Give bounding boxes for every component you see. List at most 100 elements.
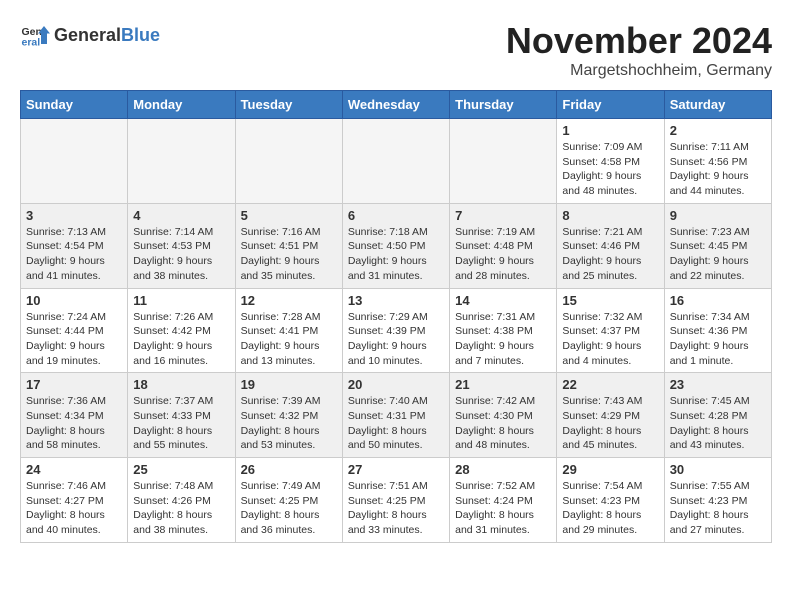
day-number: 20 [348, 377, 444, 392]
day-info: Sunrise: 7:46 AM Sunset: 4:27 PM Dayligh… [26, 479, 122, 538]
day-info: Sunrise: 7:09 AM Sunset: 4:58 PM Dayligh… [562, 140, 658, 199]
day-cell: 22 Sunrise: 7:43 AM Sunset: 4:29 PM Dayli… [557, 373, 664, 458]
day-cell: 19 Sunrise: 7:39 AM Sunset: 4:32 PM Dayli… [235, 373, 342, 458]
day-cell: 13 Sunrise: 7:29 AM Sunset: 4:39 PM Dayli… [342, 288, 449, 373]
svg-text:eral: eral [22, 37, 41, 49]
day-info: Sunrise: 7:13 AM Sunset: 4:54 PM Dayligh… [26, 225, 122, 284]
day-number: 3 [26, 208, 122, 223]
day-cell: 7Sunrise: 7:19 AM Sunset: 4:48 PM Daylig… [450, 203, 557, 288]
day-number: 18 [133, 377, 229, 392]
day-number: 1 [562, 123, 658, 138]
col-header-wednesday: Wednesday [342, 91, 449, 119]
day-cell: 24 Sunrise: 7:46 AM Sunset: 4:27 PM Dayli… [21, 458, 128, 543]
week-row-5: 24 Sunrise: 7:46 AM Sunset: 4:27 PM Dayli… [21, 458, 772, 543]
day-number: 9 [670, 208, 766, 223]
day-number: 10 [26, 293, 122, 308]
day-info: Sunrise: 7:23 AM Sunset: 4:45 PM Dayligh… [670, 225, 766, 284]
day-info: Sunrise: 7:54 AM Sunset: 4:23 PM Dayligh… [562, 479, 658, 538]
logo: Gen eral GeneralBlue [20, 20, 160, 50]
logo-blue: Blue [121, 25, 160, 45]
day-number: 5 [241, 208, 337, 223]
day-cell: 1 Sunrise: 7:09 AM Sunset: 4:58 PM Daylig… [557, 119, 664, 204]
day-number: 12 [241, 293, 337, 308]
day-number: 6 [348, 208, 444, 223]
day-info: Sunrise: 7:34 AM Sunset: 4:36 PM Dayligh… [670, 310, 766, 369]
day-number: 22 [562, 377, 658, 392]
header-row: SundayMondayTuesdayWednesdayThursdayFrid… [21, 91, 772, 119]
day-cell: 28 Sunrise: 7:52 AM Sunset: 4:24 PM Dayli… [450, 458, 557, 543]
day-cell: 6 Sunrise: 7:18 AM Sunset: 4:50 PM Daylig… [342, 203, 449, 288]
day-number: 14 [455, 293, 551, 308]
day-cell: 18 Sunrise: 7:37 AM Sunset: 4:33 PM Dayli… [128, 373, 235, 458]
day-cell: 9 Sunrise: 7:23 AM Sunset: 4:45 PM Daylig… [664, 203, 771, 288]
day-cell: 5 Sunrise: 7:16 AM Sunset: 4:51 PM Daylig… [235, 203, 342, 288]
day-info: Sunrise: 7:43 AM Sunset: 4:29 PM Dayligh… [562, 394, 658, 453]
day-info: Sunrise: 7:55 AM Sunset: 4:23 PM Dayligh… [670, 479, 766, 538]
day-cell: 11 Sunrise: 7:26 AM Sunset: 4:42 PM Dayli… [128, 288, 235, 373]
day-info: Sunrise: 7:49 AM Sunset: 4:25 PM Dayligh… [241, 479, 337, 538]
day-number: 21 [455, 377, 551, 392]
day-cell: 20 Sunrise: 7:40 AM Sunset: 4:31 PM Dayli… [342, 373, 449, 458]
logo-text: GeneralBlue [54, 25, 160, 46]
week-row-1: 1 Sunrise: 7:09 AM Sunset: 4:58 PM Daylig… [21, 119, 772, 204]
day-info: Sunrise: 7:16 AM Sunset: 4:51 PM Dayligh… [241, 225, 337, 284]
day-info: Sunrise: 7:18 AM Sunset: 4:50 PM Dayligh… [348, 225, 444, 284]
day-number: 17 [26, 377, 122, 392]
day-info: Sunrise: 7:45 AM Sunset: 4:28 PM Dayligh… [670, 394, 766, 453]
day-info: Sunrise: 7:37 AM Sunset: 4:33 PM Dayligh… [133, 394, 229, 453]
day-cell [235, 119, 342, 204]
day-info: Sunrise: 7:52 AM Sunset: 4:24 PM Dayligh… [455, 479, 551, 538]
day-info: Sunrise: 7:36 AM Sunset: 4:34 PM Dayligh… [26, 394, 122, 453]
day-info: Sunrise: 7:32 AM Sunset: 4:37 PM Dayligh… [562, 310, 658, 369]
day-cell: 2 Sunrise: 7:11 AM Sunset: 4:56 PM Daylig… [664, 119, 771, 204]
day-number: 24 [26, 462, 122, 477]
day-cell: 29 Sunrise: 7:54 AM Sunset: 4:23 PM Dayli… [557, 458, 664, 543]
day-cell [128, 119, 235, 204]
day-cell: 30 Sunrise: 7:55 AM Sunset: 4:23 PM Dayli… [664, 458, 771, 543]
day-number: 7 [455, 208, 551, 223]
day-number: 11 [133, 293, 229, 308]
day-cell: 15 Sunrise: 7:32 AM Sunset: 4:37 PM Dayli… [557, 288, 664, 373]
day-info: Sunrise: 7:51 AM Sunset: 4:25 PM Dayligh… [348, 479, 444, 538]
day-info: Sunrise: 7:39 AM Sunset: 4:32 PM Dayligh… [241, 394, 337, 453]
day-cell: 16 Sunrise: 7:34 AM Sunset: 4:36 PM Dayli… [664, 288, 771, 373]
header: Gen eral GeneralBlue November 2024 Marge… [20, 20, 772, 80]
day-number: 27 [348, 462, 444, 477]
day-number: 8 [562, 208, 658, 223]
week-row-4: 17 Sunrise: 7:36 AM Sunset: 4:34 PM Dayli… [21, 373, 772, 458]
title-block: November 2024 Margetshochheim, Germany [506, 20, 772, 80]
day-cell: 17 Sunrise: 7:36 AM Sunset: 4:34 PM Dayli… [21, 373, 128, 458]
day-number: 29 [562, 462, 658, 477]
month-title: November 2024 [506, 20, 772, 62]
day-number: 2 [670, 123, 766, 138]
day-number: 23 [670, 377, 766, 392]
day-number: 28 [455, 462, 551, 477]
day-cell: 21Sunrise: 7:42 AM Sunset: 4:30 PM Dayli… [450, 373, 557, 458]
day-number: 30 [670, 462, 766, 477]
col-header-thursday: Thursday [450, 91, 557, 119]
day-number: 15 [562, 293, 658, 308]
day-cell [21, 119, 128, 204]
day-number: 26 [241, 462, 337, 477]
day-number: 13 [348, 293, 444, 308]
day-info: Sunrise: 7:31 AM Sunset: 4:38 PM Dayligh… [455, 310, 551, 369]
day-info: Sunrise: 7:29 AM Sunset: 4:39 PM Dayligh… [348, 310, 444, 369]
col-header-saturday: Saturday [664, 91, 771, 119]
day-cell: 27 Sunrise: 7:51 AM Sunset: 4:25 PM Dayli… [342, 458, 449, 543]
day-info: Sunrise: 7:11 AM Sunset: 4:56 PM Dayligh… [670, 140, 766, 199]
day-cell: 23 Sunrise: 7:45 AM Sunset: 4:28 PM Dayli… [664, 373, 771, 458]
day-cell: 8 Sunrise: 7:21 AM Sunset: 4:46 PM Daylig… [557, 203, 664, 288]
day-number: 19 [241, 377, 337, 392]
day-number: 16 [670, 293, 766, 308]
day-cell: 14 Sunrise: 7:31 AM Sunset: 4:38 PM Dayli… [450, 288, 557, 373]
day-info: Sunrise: 7:24 AM Sunset: 4:44 PM Dayligh… [26, 310, 122, 369]
location: Margetshochheim, Germany [506, 62, 772, 80]
week-row-2: 3 Sunrise: 7:13 AM Sunset: 4:54 PM Daylig… [21, 203, 772, 288]
day-info: Sunrise: 7:26 AM Sunset: 4:42 PM Dayligh… [133, 310, 229, 369]
day-info: Sunrise: 7:21 AM Sunset: 4:46 PM Dayligh… [562, 225, 658, 284]
day-info: Sunrise: 7:40 AM Sunset: 4:31 PM Dayligh… [348, 394, 444, 453]
col-header-sunday: Sunday [21, 91, 128, 119]
day-cell: 26 Sunrise: 7:49 AM Sunset: 4:25 PM Dayli… [235, 458, 342, 543]
col-header-friday: Friday [557, 91, 664, 119]
day-cell: 12Sunrise: 7:28 AM Sunset: 4:41 PM Dayli… [235, 288, 342, 373]
